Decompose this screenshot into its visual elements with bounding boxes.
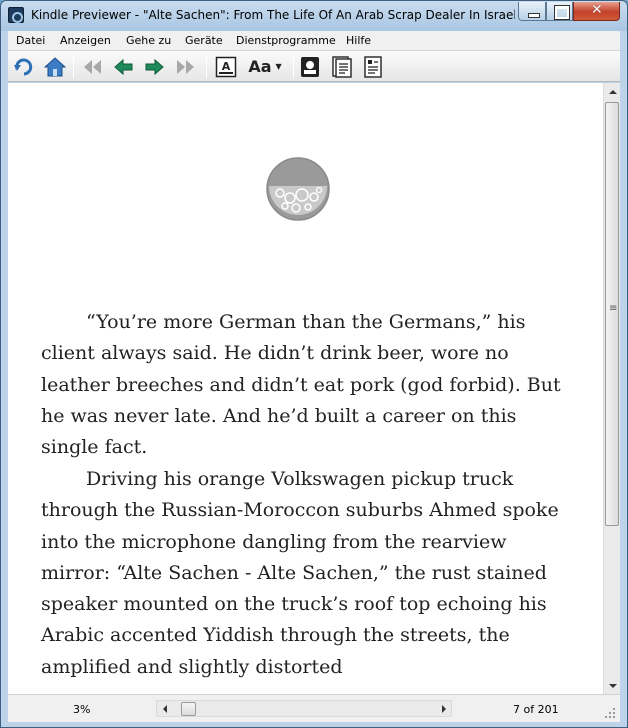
text-view-button[interactable]: A xyxy=(213,55,239,78)
chapter-ornament-icon xyxy=(266,157,330,221)
page-view-button[interactable] xyxy=(330,55,354,78)
vertical-scrollbar[interactable] xyxy=(603,83,620,694)
kindle-previewer-window: Kindle Previewer - "Alte Sachen": From T… xyxy=(0,0,628,728)
previous-page-icon xyxy=(114,58,133,75)
scroll-up-arrow-icon[interactable] xyxy=(604,83,620,100)
book-details-icon xyxy=(364,55,382,78)
back-button[interactable] xyxy=(12,55,36,78)
menu-gehe-zu[interactable]: Gehe zu xyxy=(126,34,171,47)
chevron-down-icon: ▼ xyxy=(275,62,282,71)
last-page-icon xyxy=(177,59,194,74)
book-paragraph: Driving his orange Volkswagen pickup tru… xyxy=(41,464,561,683)
resize-grip-icon[interactable] xyxy=(604,707,616,719)
home-icon xyxy=(44,56,66,76)
menu-bar: Datei Anzeigen Gehe zu Geräte Dienstprog… xyxy=(8,31,620,51)
kindle-app-icon xyxy=(8,7,24,23)
vertical-scroll-thumb[interactable] xyxy=(605,102,619,526)
page-view-icon xyxy=(332,55,352,78)
menu-hilfe[interactable]: Hilfe xyxy=(346,34,371,47)
menu-geraete[interactable]: Geräte xyxy=(185,34,223,47)
scroll-down-arrow-icon[interactable] xyxy=(604,677,620,694)
book-details-button[interactable] xyxy=(361,55,385,78)
page-slider-thumb[interactable] xyxy=(181,702,196,716)
maximize-button[interactable] xyxy=(546,2,573,21)
page-slider[interactable] xyxy=(156,700,452,717)
menu-datei[interactable]: Datei xyxy=(16,34,45,47)
back-icon xyxy=(14,58,33,75)
close-icon: ✕ xyxy=(591,2,603,18)
last-page-button[interactable] xyxy=(174,55,198,78)
page-position: 7 of 201 xyxy=(513,703,559,716)
minimize-button[interactable] xyxy=(518,2,546,21)
paragraph-text: Driving his orange Volkswagen pickup tru… xyxy=(41,468,559,678)
toolbar-separator xyxy=(206,55,207,78)
menu-dienstprogramme[interactable]: Dienstprogramme xyxy=(236,34,336,47)
text-view-icon: A xyxy=(215,56,237,77)
window-title: Kindle Previewer - "Alte Sachen": From T… xyxy=(31,8,515,22)
font-size-icon: Aa xyxy=(248,57,272,76)
title-bar[interactable]: Kindle Previewer - "Alte Sachen": From T… xyxy=(1,1,627,31)
menu-anzeigen[interactable]: Anzeigen xyxy=(60,34,111,47)
progress-percent: 3% xyxy=(73,703,91,716)
kindle-device-button[interactable] xyxy=(298,55,322,78)
toolbar: A Aa ▼ xyxy=(8,51,620,82)
font-size-button[interactable]: Aa ▼ xyxy=(244,55,286,78)
close-button[interactable]: ✕ xyxy=(573,2,620,21)
toolbar-separator xyxy=(293,55,294,78)
next-page-button[interactable] xyxy=(142,55,166,78)
kindle-device-icon xyxy=(301,56,319,77)
toolbar-separator xyxy=(73,55,74,78)
book-paragraph: “You’re more German than the Germans,” h… xyxy=(41,307,561,463)
book-page[interactable]: “You’re more German than the Germans,” h… xyxy=(8,83,603,694)
paragraph-text: “You’re more German than the Germans,” h… xyxy=(41,311,561,459)
previous-page-button[interactable] xyxy=(112,55,136,78)
first-page-button[interactable] xyxy=(80,55,104,78)
next-page-icon xyxy=(145,58,164,75)
first-page-icon xyxy=(84,59,101,74)
status-bar: 3% 7 of 201 xyxy=(8,694,620,722)
svg-text:A: A xyxy=(222,60,231,73)
home-button[interactable] xyxy=(42,55,68,78)
